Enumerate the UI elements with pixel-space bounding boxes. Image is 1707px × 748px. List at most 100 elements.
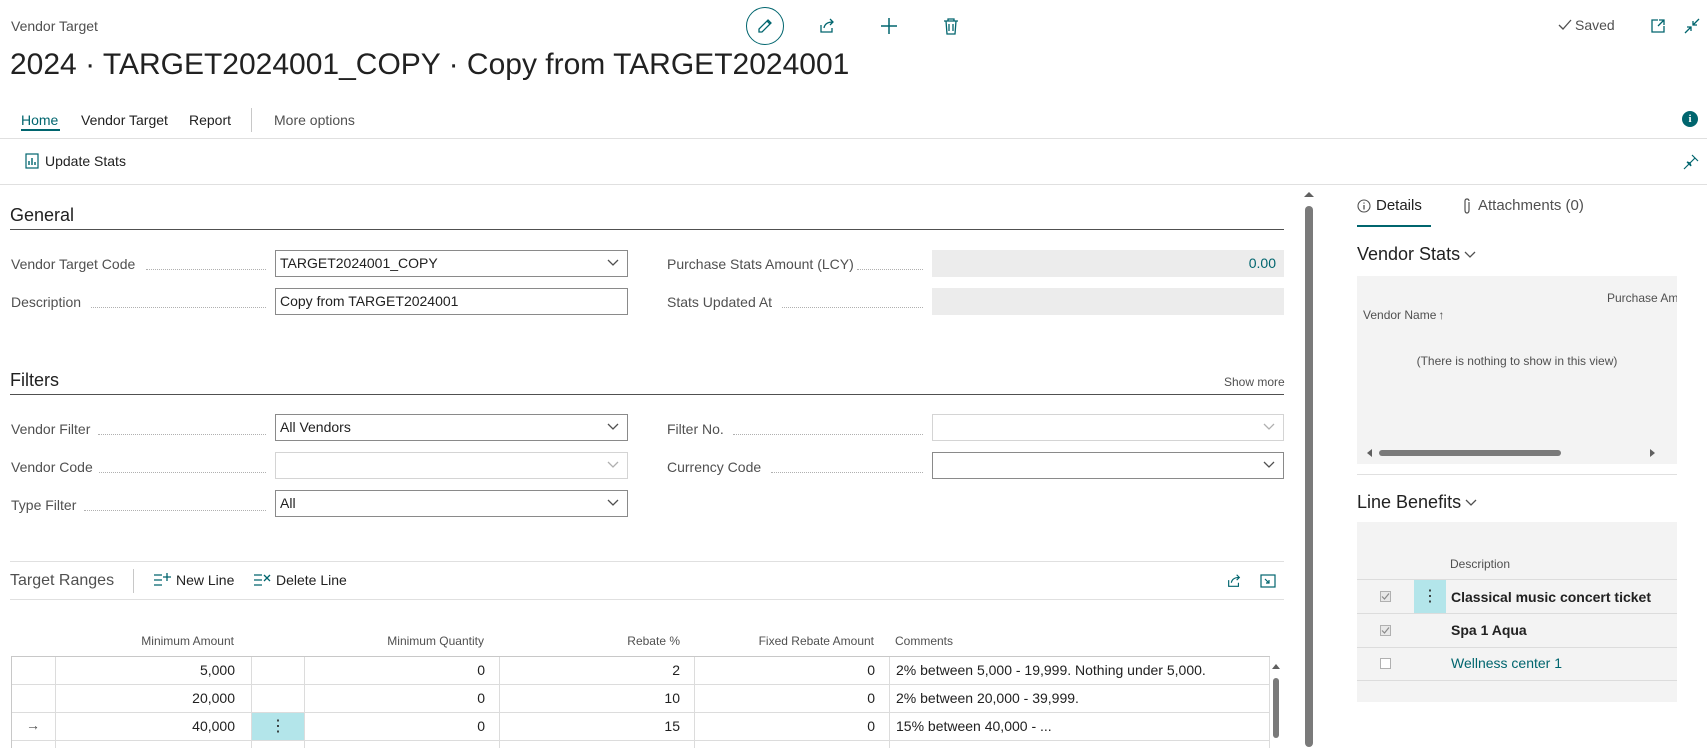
col-rebate-percent[interactable]: Rebate % [560,634,680,648]
item-label[interactable]: Classical music concert ticket [1451,589,1651,605]
col-vendor-name[interactable]: Vendor Name ↑ [1363,308,1444,322]
cell-rebate-percent[interactable]: 15 [499,718,680,734]
list-item[interactable]: ⋮ Classical music concert ticket [1357,580,1677,613]
cell-fixed-rebate-amount[interactable]: 0 [694,718,875,734]
page-scrollbar[interactable] [1303,190,1315,747]
type-filter-select[interactable]: All [275,490,628,517]
cell-minimum-quantity[interactable]: 0 [304,690,485,706]
tab-vendor-target[interactable]: Vendor Target [81,112,168,128]
delete-line-icon [254,574,271,586]
delete-button[interactable] [940,15,962,37]
chevron-down-icon [607,461,619,468]
cell-minimum-quantity[interactable]: 0 [304,662,485,678]
purchase-stats-value: 0.00 [932,250,1284,277]
pin-button[interactable] [1682,153,1700,171]
cell-minimum-amount[interactable]: 40,000 [55,718,235,734]
tab-home-underline [21,129,60,131]
stats-updated-label: Stats Updated At [667,294,773,310]
share-button[interactable] [816,15,838,37]
type-filter-value: All [280,495,296,511]
vendor-stats-panel: Purchase Am Vendor Name ↑ (There is noth… [1357,276,1677,464]
table-row-selected[interactable]: → 40,000 ⋮ 0 15 0 15% between 40,000 - .… [12,713,1268,740]
purchase-stats-label: Purchase Stats Amount (LCY) [667,256,854,272]
table-row[interactable]: 5,000 0 2 0 2% between 5,000 - 19,999. N… [12,657,1268,684]
empty-view-message: (There is nothing to show in this view) [1416,354,1618,368]
cell-fixed-rebate-amount[interactable]: 0 [694,662,875,678]
paperclip-icon [1464,197,1470,214]
cell-minimum-amount[interactable]: 20,000 [55,690,235,706]
cell-minimum-amount[interactable]: 5,000 [55,662,235,678]
col-comments[interactable]: Comments [895,634,953,648]
filters-section-title: Filters [10,370,59,390]
tab-more-options[interactable]: More options [274,112,355,128]
target-ranges-top-rule [10,561,1284,562]
cell-comments[interactable]: 2% between 5,000 - 19,999. Nothing under… [896,662,1206,678]
item-checkbox[interactable] [1380,658,1391,669]
description-field[interactable]: Copy from TARGET2024001 [275,288,628,315]
type-filter-label: Type Filter [11,497,77,513]
line-benefits-panel: Description ⋮ Classical music concert ti… [1357,522,1677,702]
expand-icon [1260,574,1276,588]
more-vertical-icon: ⋮ [1422,587,1438,605]
table-row[interactable]: 20,000 0 10 0 2% between 20,000 - 39,999… [12,685,1268,712]
cell-minimum-quantity[interactable]: 0 [304,718,485,734]
update-stats-button[interactable]: Update Stats [25,153,126,169]
delete-line-button[interactable]: Delete Line [253,572,347,588]
row-menu-button[interactable]: ⋮ [252,713,304,740]
expand-lines-button[interactable] [1258,571,1278,591]
col-minimum-amount[interactable]: Minimum Amount [100,634,234,648]
check-icon [1558,19,1572,30]
info-button[interactable]: i [1682,111,1698,127]
dot-leader [99,472,266,473]
cell-comments[interactable]: 2% between 20,000 - 39,999. [896,690,1079,706]
scroll-right-arrow-icon [1650,449,1655,457]
tab-report[interactable]: Report [189,112,231,128]
currency-code-label: Currency Code [667,459,762,475]
collapse-icon [1684,18,1700,34]
col-minimum-quantity[interactable]: Minimum Quantity [330,634,484,648]
vendor-filter-select[interactable]: All Vendors [275,414,628,441]
target-ranges-title: Target Ranges [10,572,115,589]
item-menu-button[interactable]: ⋮ [1414,580,1446,613]
show-more-link[interactable]: Show more [1224,375,1285,389]
col-description[interactable]: Description [1450,557,1510,571]
line-benefits-header[interactable]: Line Benefits [1357,492,1477,513]
item-checkbox[interactable] [1380,625,1391,636]
chevron-down-icon [1263,423,1275,430]
edit-button[interactable] [746,7,784,45]
share-lines-button[interactable] [1224,571,1244,591]
grid-scrollbar[interactable] [1271,662,1281,747]
vendor-stats-rule [1357,474,1677,475]
page-type-label: Vendor Target [11,18,98,34]
new-line-button[interactable]: New Line [153,572,234,588]
open-new-window-icon [1651,19,1665,33]
vendor-target-code-field[interactable]: TARGET2024001_COPY [275,250,628,277]
tabs-separator [0,138,1707,139]
filter-no-select[interactable] [932,414,1284,441]
vendor-stats-header[interactable]: Vendor Stats [1357,244,1476,265]
cell-comments[interactable]: 15% between 40,000 - ... [896,718,1052,734]
tabs-divider [251,108,252,132]
currency-code-select[interactable] [932,452,1284,479]
cell-rebate-percent[interactable]: 10 [499,690,680,706]
col-purchase-amount[interactable]: Purchase Am [1607,291,1677,305]
cell-fixed-rebate-amount[interactable]: 0 [694,690,875,706]
list-item[interactable]: Spa 1 Aqua [1357,614,1677,647]
vendor-code-select[interactable] [275,452,628,479]
tab-attachments[interactable]: Attachments (0) [1462,197,1584,214]
cell-rebate-percent[interactable]: 2 [499,662,680,678]
collapse-button[interactable] [1682,16,1702,36]
tab-home[interactable]: Home [21,112,58,128]
vendor-code-label: Vendor Code [11,459,93,475]
item-label[interactable]: Spa 1 Aqua [1451,622,1527,638]
tab-details[interactable]: Details [1357,197,1422,214]
open-new-window-button[interactable] [1648,16,1668,36]
col-fixed-rebate-amount[interactable]: Fixed Rebate Amount [700,634,874,648]
new-button[interactable] [878,15,900,37]
description-value: Copy from TARGET2024001 [280,293,459,309]
vendor-stats-hscrollbar[interactable] [1365,448,1665,458]
item-checkbox[interactable] [1380,591,1391,602]
target-ranges-toolbar-rule [10,599,1284,600]
item-link[interactable]: Wellness center 1 [1451,655,1562,671]
list-item[interactable]: Wellness center 1 [1357,648,1677,681]
